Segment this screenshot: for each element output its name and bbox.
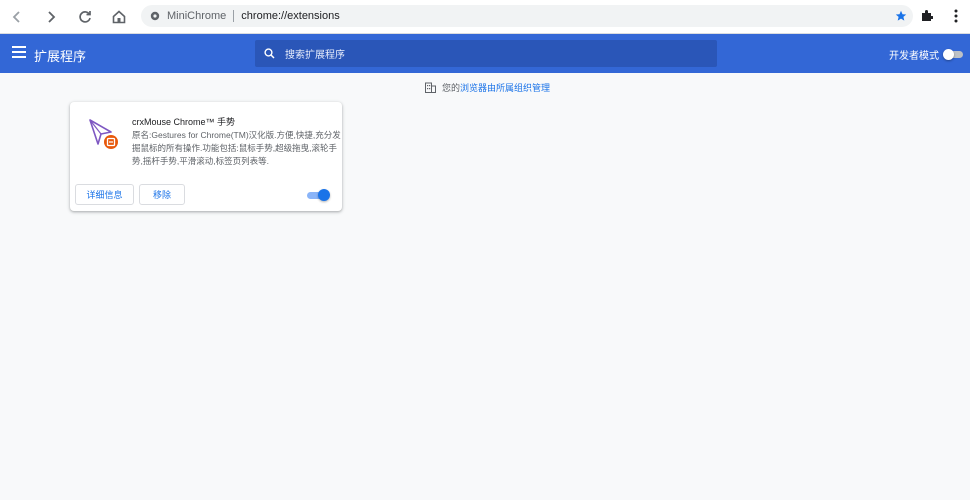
extension-name: crxMouse Chrome™ 手势 — [132, 117, 236, 127]
extensions-search-input[interactable]: 搜索扩展程序 — [255, 40, 717, 67]
search-placeholder: 搜索扩展程序 — [285, 50, 345, 61]
managed-notice: 您的 浏览器由所属组织管理 — [424, 80, 550, 94]
reload-icon — [79, 11, 91, 23]
developer-mode-label: 开发者模式 — [889, 51, 939, 62]
details-button[interactable]: 详细信息 — [75, 184, 134, 205]
page-title: 扩展程序 — [34, 49, 87, 64]
arrow-left-icon — [12, 11, 20, 23]
hamburger-menu-icon[interactable] — [12, 46, 26, 60]
chrome-page-icon — [149, 10, 161, 22]
browser-menu-button[interactable] — [946, 6, 966, 26]
address-bar[interactable]: MiniChrome chrome://extensions — [141, 5, 913, 27]
extension-description: 原名:Gestures for Chrome(TM)汉化版.方便,快捷,充分发掘… — [132, 130, 341, 166]
extensions-puzzle-button[interactable] — [917, 6, 937, 26]
managed-link[interactable]: 浏览器由所属组织管理 — [460, 81, 550, 94]
home-button[interactable] — [107, 5, 131, 29]
extension-card: crxMouse Chrome™ 手势 原名:Gestures for Chro… — [70, 102, 342, 211]
url-text: chrome://extensions — [241, 10, 340, 22]
site-name: MiniChrome — [167, 10, 227, 22]
building-icon — [424, 81, 436, 93]
forward-button[interactable] — [39, 5, 63, 29]
home-icon — [112, 10, 126, 24]
mouse-cursor-icon — [86, 116, 122, 152]
url-separator — [233, 10, 235, 22]
developer-mode-toggle[interactable] — [943, 49, 965, 60]
puzzle-icon — [922, 10, 933, 21]
managed-prefix: 您的 — [442, 82, 461, 93]
extensions-header: 扩展程序 搜索扩展程序 开发者模式 — [0, 34, 970, 73]
back-button[interactable] — [5, 5, 29, 29]
bookmark-star-icon[interactable] — [893, 8, 909, 24]
remove-button[interactable]: 移除 — [139, 184, 185, 205]
browser-toolbar: MiniChrome chrome://extensions — [0, 0, 970, 34]
reload-button[interactable] — [73, 5, 97, 29]
arrow-right-icon — [48, 11, 56, 23]
search-icon — [263, 48, 275, 60]
extension-enable-toggle[interactable] — [307, 189, 330, 201]
more-vertical-icon — [954, 9, 958, 23]
